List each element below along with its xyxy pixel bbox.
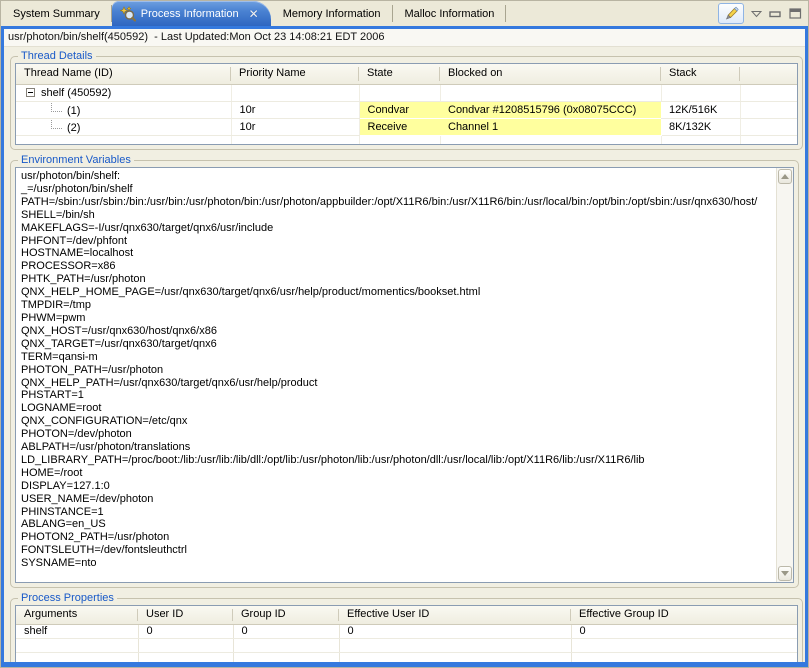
- section-title-thread-details: Thread Details: [18, 50, 96, 62]
- column-header-thread-name[interactable]: Thread Name (ID): [16, 64, 231, 84]
- column-header-priority[interactable]: Priority Name: [231, 64, 359, 84]
- stack-cell[interactable]: 12K/516K: [661, 101, 740, 118]
- minimize-button[interactable]: [769, 8, 782, 19]
- vertical-scrollbar[interactable]: [776, 168, 793, 582]
- tab-system-summary[interactable]: System Summary: [1, 1, 112, 26]
- column-header-spacer: [740, 64, 797, 84]
- properties-empty-row: [16, 638, 797, 652]
- arguments-cell[interactable]: shelf: [16, 624, 138, 638]
- section-environment-variables: Environment Variables usr/photon/bin/she…: [10, 154, 799, 588]
- scroll-down-button[interactable]: [778, 566, 792, 581]
- priority-cell[interactable]: 10r: [231, 118, 359, 135]
- maximize-icon: [789, 8, 802, 19]
- tab-memory-information[interactable]: Memory Information: [271, 1, 393, 26]
- section-thread-details: Thread Details Thread Name (ID) Priority…: [10, 50, 803, 150]
- blocked-on-cell[interactable]: Channel 1: [440, 118, 661, 135]
- scroll-up-button[interactable]: [778, 169, 792, 184]
- tab-label: System Summary: [13, 8, 100, 20]
- view-menu-icon: [751, 10, 762, 18]
- user-id-cell[interactable]: 0: [138, 624, 233, 638]
- view-content: usr/photon/bin/shelf(450592) - Last Upda…: [1, 26, 808, 667]
- blocked-on-cell[interactable]: Condvar #1208515796 (0x08075CCC): [440, 101, 661, 118]
- main-area: Thread Details Thread Name (ID) Priority…: [4, 47, 805, 667]
- stack-cell[interactable]: 8K/132K: [661, 118, 740, 135]
- tab-malloc-information[interactable]: Malloc Information: [393, 1, 507, 26]
- thread-table-header: Thread Name (ID) Priority Name State Blo…: [16, 64, 797, 84]
- section-title-process-properties: Process Properties: [18, 592, 117, 604]
- close-icon[interactable]: ✕: [247, 8, 261, 20]
- column-header-state[interactable]: State: [359, 64, 440, 84]
- maximize-button[interactable]: [789, 8, 802, 19]
- column-header-effective-user-id[interactable]: Effective User ID: [339, 606, 571, 624]
- column-header-arguments[interactable]: Arguments: [16, 606, 138, 624]
- thread-table: Thread Name (ID) Priority Name State Blo…: [15, 63, 798, 145]
- thread-name-cell[interactable]: shelf (450592): [16, 84, 231, 101]
- state-cell[interactable]: Condvar: [359, 101, 440, 118]
- effective-user-id-cell[interactable]: 0: [339, 624, 571, 638]
- tab-process-information[interactable]: Process Information ✕: [112, 1, 271, 26]
- process-info-magnifier-icon: [120, 6, 136, 22]
- section-process-properties: Process Properties Arguments User ID Gro…: [10, 592, 803, 667]
- process-properties-table: Arguments User ID Group ID Effective Use…: [15, 605, 798, 667]
- environment-variables-box: usr/photon/bin/shelf: _=/usr/photon/bin/…: [15, 167, 794, 583]
- process-information-view: System Summary Process Information ✕ Mem…: [0, 0, 809, 668]
- process-title-bar: usr/photon/bin/shelf(450592) - Last Upda…: [4, 29, 805, 47]
- thread-table-filler-row: [16, 135, 797, 144]
- chevron-down-icon: [781, 571, 789, 580]
- minimize-icon: [769, 8, 782, 19]
- properties-table-header: Arguments User ID Group ID Effective Use…: [16, 606, 797, 624]
- process-properties-row[interactable]: shelf 0 0 0 0: [16, 624, 797, 638]
- tab-label: Process Information: [141, 8, 239, 20]
- column-header-group-id[interactable]: Group ID: [233, 606, 339, 624]
- tree-collapse-toggle[interactable]: [26, 88, 35, 97]
- environment-variables-text[interactable]: usr/photon/bin/shelf: _=/usr/photon/bin/…: [16, 168, 776, 582]
- thread-row-parent[interactable]: shelf (450592): [16, 84, 797, 101]
- effective-group-id-cell[interactable]: 0: [571, 624, 797, 638]
- edit-pencil-button[interactable]: [718, 3, 744, 24]
- tab-separator: [505, 5, 506, 22]
- column-header-user-id[interactable]: User ID: [138, 606, 233, 624]
- view-tab-bar: System Summary Process Information ✕ Mem…: [1, 1, 808, 26]
- column-header-stack[interactable]: Stack: [661, 64, 740, 84]
- thread-row[interactable]: (1) 10r Condvar Condvar #1208515796 (0x0…: [16, 101, 797, 118]
- view-toolbar: [718, 1, 808, 26]
- view-menu-button[interactable]: [751, 10, 762, 18]
- thread-row[interactable]: (2) 10r Receive Channel 1 8K/132K: [16, 118, 797, 135]
- thread-name-cell[interactable]: (1): [16, 101, 231, 118]
- section-title-environment-variables: Environment Variables: [18, 154, 134, 166]
- tab-label: Malloc Information: [405, 8, 495, 20]
- priority-cell[interactable]: 10r: [231, 101, 359, 118]
- properties-empty-row: [16, 652, 797, 666]
- tree-elbow-icon: [51, 103, 62, 112]
- tree-elbow-icon: [51, 120, 62, 129]
- state-cell[interactable]: Receive: [359, 118, 440, 135]
- thread-name-cell[interactable]: (2): [16, 118, 231, 135]
- chevron-up-icon: [781, 170, 789, 179]
- pencil-icon: [723, 6, 739, 21]
- column-header-blocked-on[interactable]: Blocked on: [440, 64, 661, 84]
- tab-label: Memory Information: [283, 8, 381, 20]
- column-header-effective-group-id[interactable]: Effective Group ID: [571, 606, 797, 624]
- group-id-cell[interactable]: 0: [233, 624, 339, 638]
